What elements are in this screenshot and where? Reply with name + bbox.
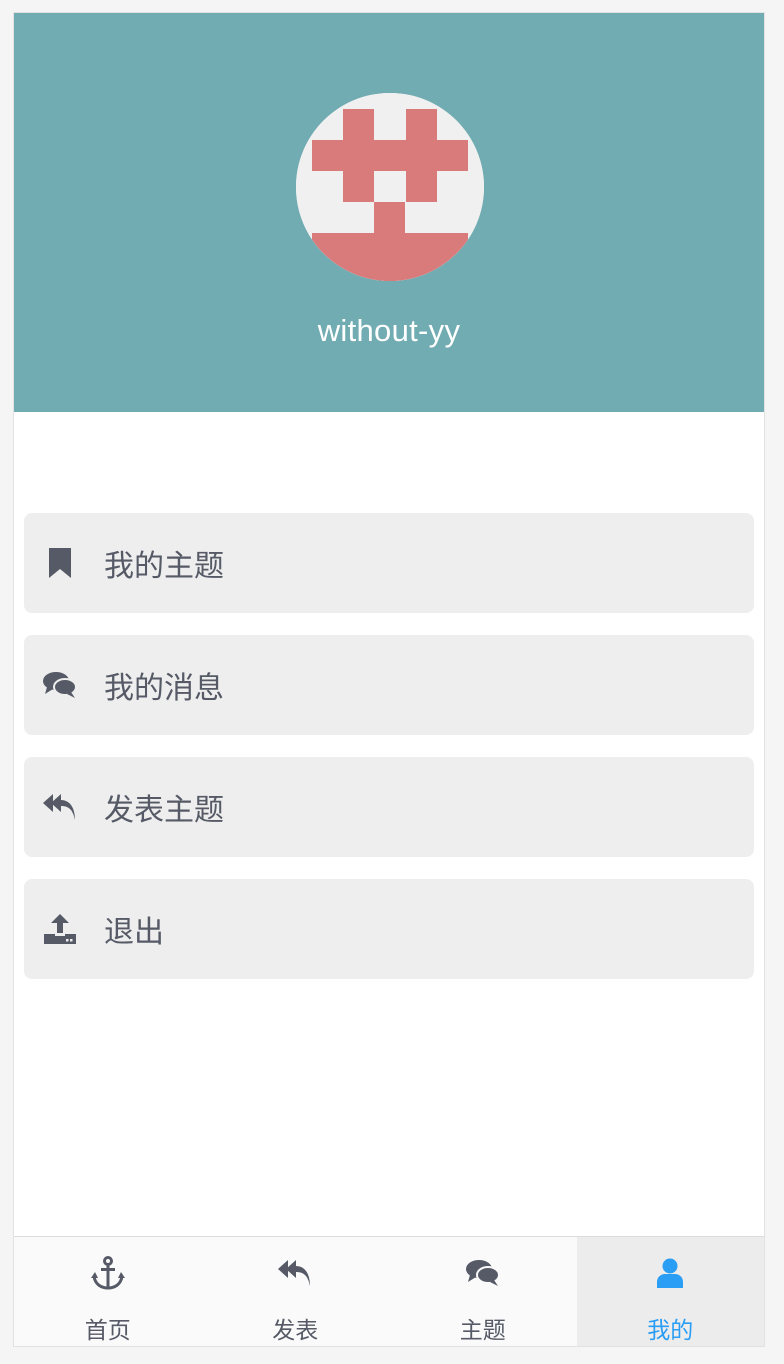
tab-mine[interactable]: 我的 [576, 1237, 764, 1346]
profile-header: without-yy [14, 13, 764, 412]
tab-label: 发表 [272, 1318, 319, 1344]
anchor-icon [88, 1253, 128, 1293]
avatar [296, 93, 484, 281]
reply-all-icon [275, 1253, 315, 1293]
menu-item-post-topic[interactable]: 发表主题 [24, 757, 754, 857]
menu-item-my-topics[interactable]: 我的主题 [24, 513, 754, 613]
tab-label: 主题 [459, 1318, 506, 1344]
tab-topics[interactable]: 主题 [389, 1237, 577, 1346]
user-icon [650, 1253, 690, 1293]
tab-label: 我的 [647, 1318, 694, 1344]
comments-icon [463, 1253, 503, 1293]
menu-item-label: 我的消息 [104, 671, 224, 706]
menu-item-label: 退出 [104, 915, 164, 950]
reply-all-icon [42, 789, 78, 825]
menu-item-my-messages[interactable]: 我的消息 [24, 635, 754, 735]
profile-menu: 我的主题 我的消息 发表主题 退出 [24, 513, 754, 1001]
identicon-avatar-icon [296, 93, 484, 281]
upload-icon [42, 911, 78, 947]
tab-post[interactable]: 发表 [202, 1237, 390, 1346]
tab-label: 首页 [84, 1318, 131, 1344]
username: without-yy [317, 313, 461, 348]
menu-item-logout[interactable]: 退出 [24, 879, 754, 979]
bottom-tab-bar: 首页 发表 主题 我的 [14, 1236, 764, 1346]
comments-icon [42, 667, 78, 703]
app-frame: without-yy 我的主题 我的消息 发表主题 退出 首页 发表 主题 我的 [13, 12, 765, 1347]
menu-item-label: 发表主题 [104, 793, 224, 828]
bookmark-icon [42, 545, 78, 581]
menu-item-label: 我的主题 [104, 549, 224, 584]
tab-home[interactable]: 首页 [14, 1237, 202, 1346]
